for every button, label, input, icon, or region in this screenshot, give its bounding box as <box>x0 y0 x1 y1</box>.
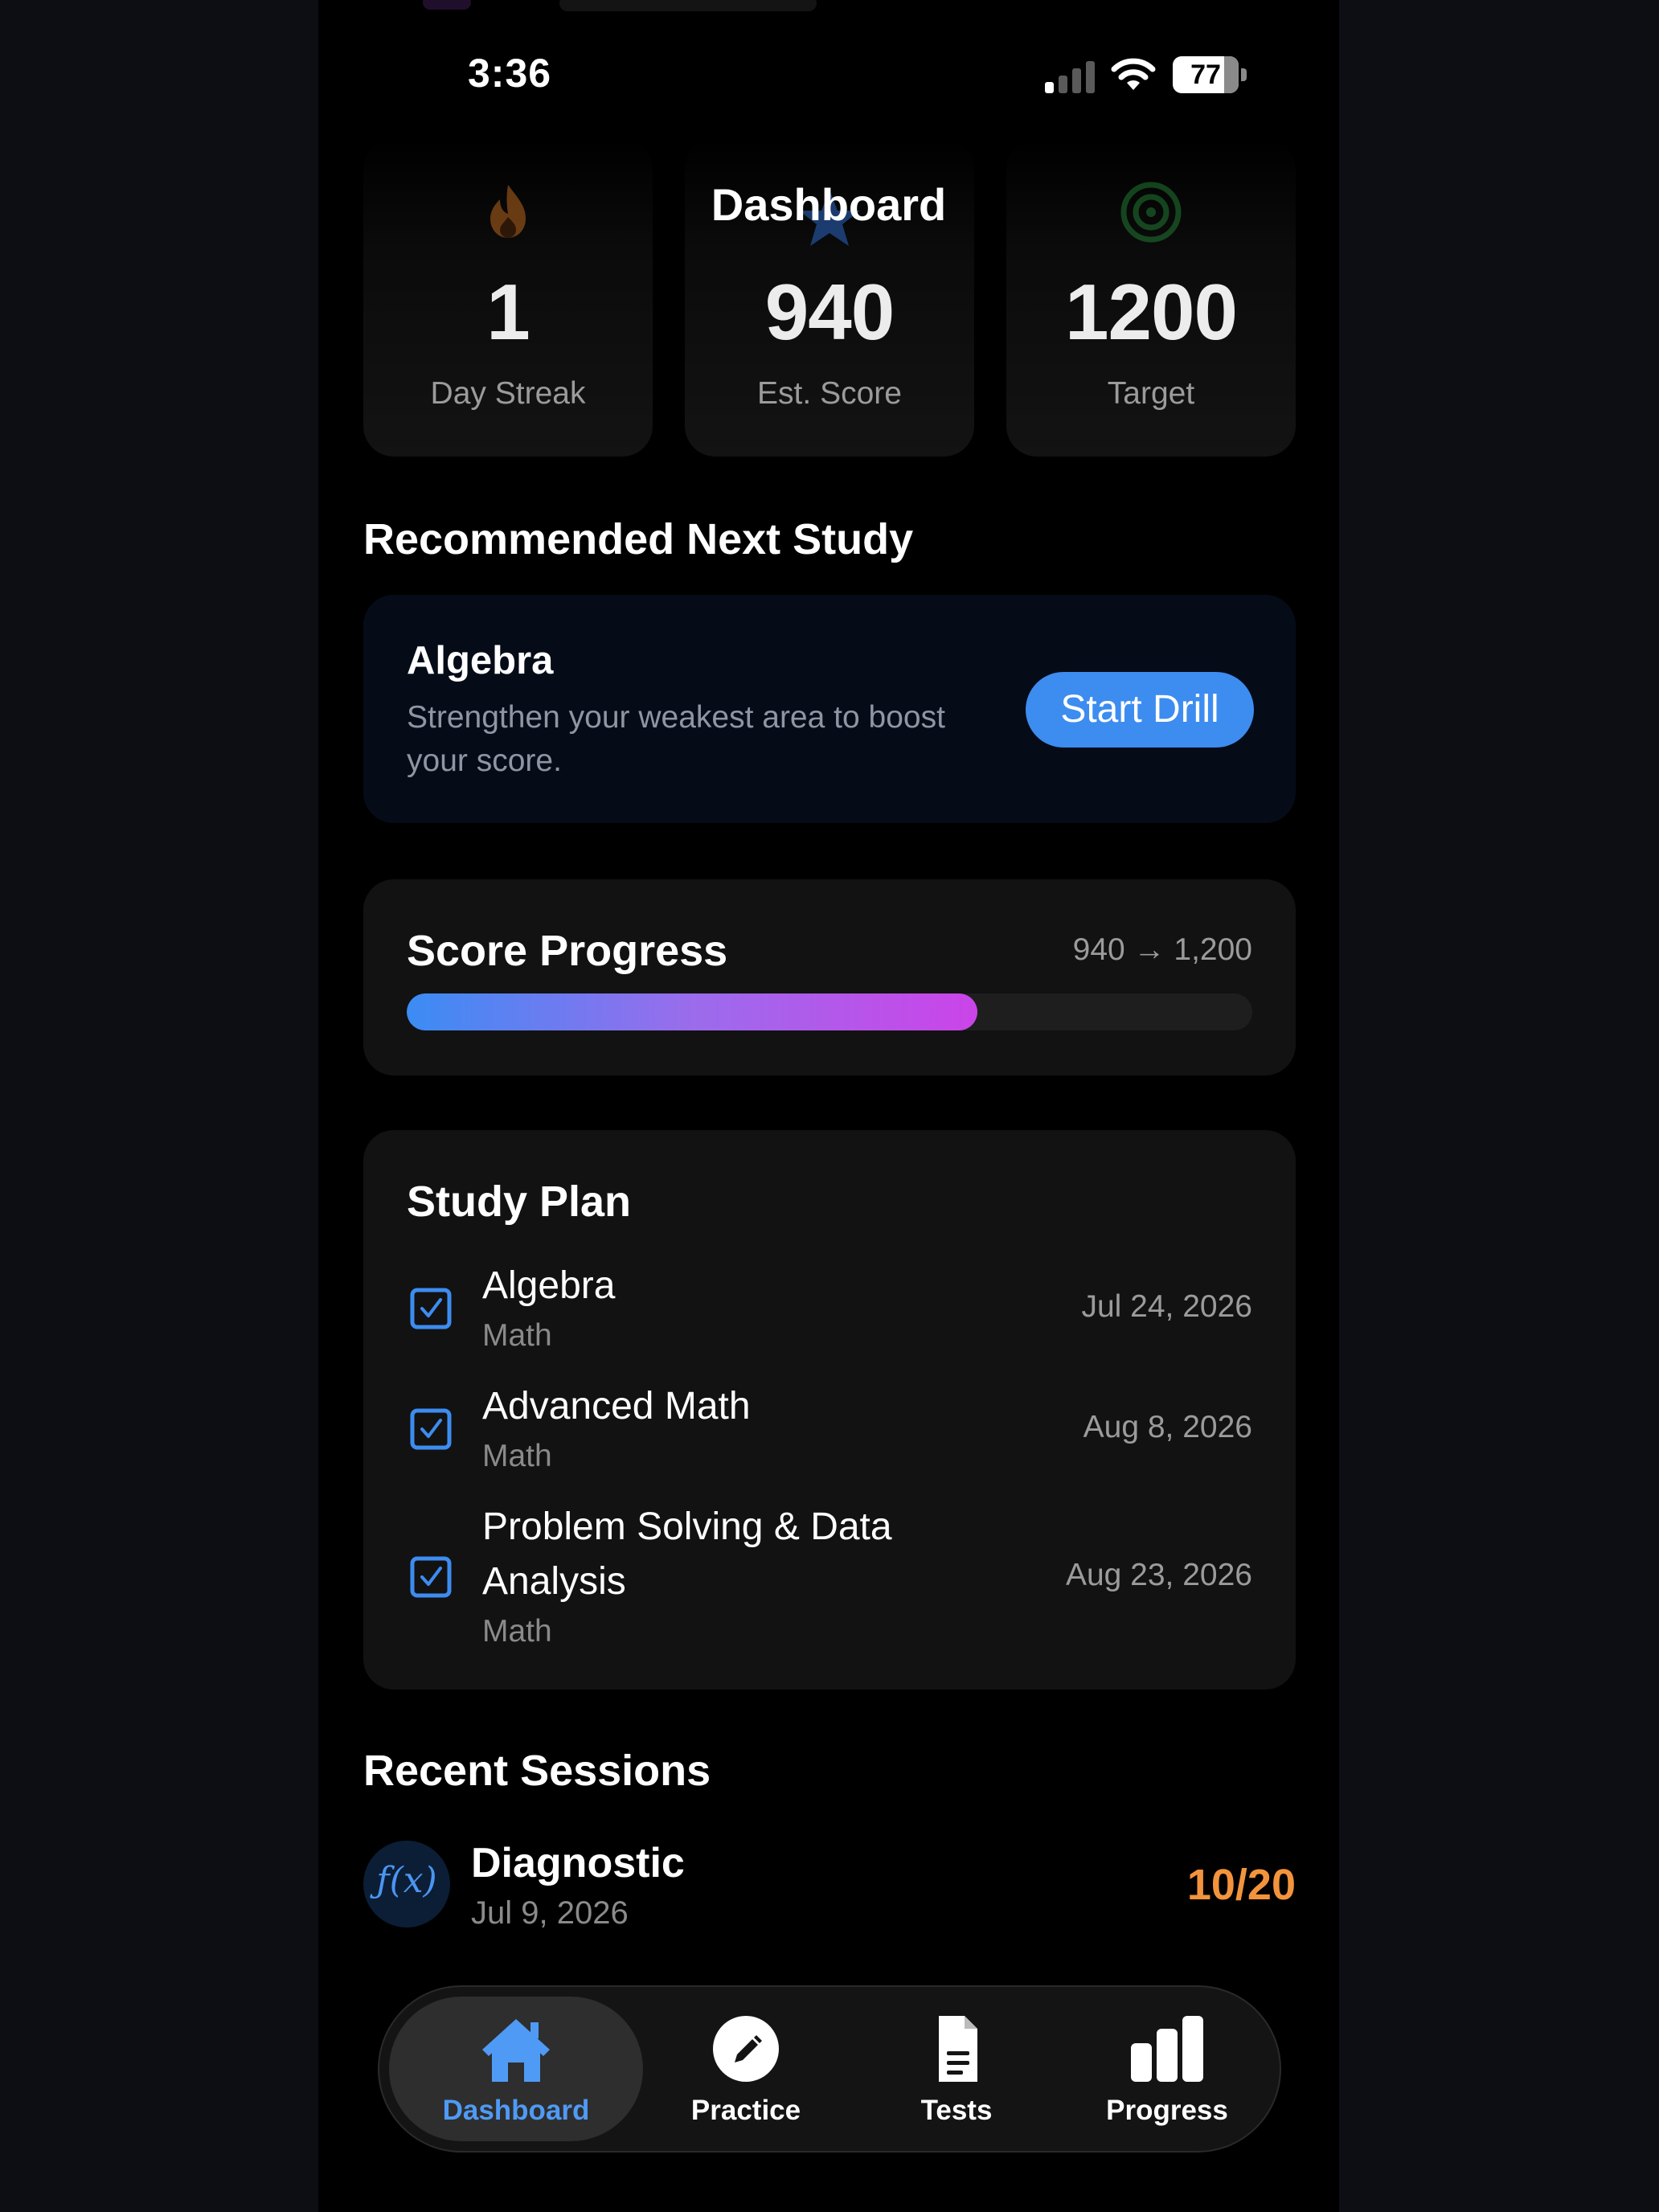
recommended-subject: Algebra <box>407 639 554 682</box>
app-screen: 3:36 77 1 Day Streak 940 Est. Score 1200… <box>318 0 1339 2212</box>
tab-practice-label: Practice <box>690 2095 801 2126</box>
study-plan-title: Study Plan <box>407 1178 632 1226</box>
study-plan-card: Study Plan Algebra Math Jul 24, 2026 Adv… <box>363 1130 1296 1690</box>
tab-tests[interactable]: Tests <box>852 1987 1061 2151</box>
est-score-value: 940 <box>764 268 895 356</box>
battery-level: 77 <box>1190 59 1221 90</box>
study-plan-item-name: Problem Solving & Data Analysis <box>482 1505 892 1603</box>
battery-body: 77 <box>1173 56 1239 93</box>
study-plan-item-name: Advanced Math <box>482 1385 751 1428</box>
status-bar: 3:36 77 <box>318 0 1339 153</box>
session-score: 10/20 <box>1186 1861 1296 1909</box>
target-label: Target <box>1107 376 1195 411</box>
streak-label: Day Streak <box>430 376 586 411</box>
study-plan-item-name: Algebra <box>482 1264 616 1307</box>
study-plan-item-date: Aug 23, 2026 <box>1065 1558 1252 1592</box>
pencil-icon <box>713 2016 779 2082</box>
status-time: 3:36 <box>468 51 552 96</box>
page-title: Dashboard <box>711 179 947 230</box>
battery-icon: 77 <box>1173 56 1247 93</box>
document-icon <box>939 2016 977 2082</box>
cellular-signal-icon <box>1045 58 1096 93</box>
recommended-description: Strengthen your weakest area to boost yo… <box>407 700 945 778</box>
recommended-card: Algebra Strengthen your weakest area to … <box>363 595 1296 823</box>
est-score-label: Est. Score <box>757 376 902 411</box>
study-plan-item-category: Math <box>482 1439 552 1473</box>
recommended-section-title: Recommended Next Study <box>363 515 914 563</box>
house-icon <box>482 2019 550 2082</box>
tab-practice[interactable]: Practice <box>641 1987 850 2151</box>
function-icon: ƒ(x) <box>363 1841 450 1927</box>
score-progress-card: Score Progress 940 → 1,200 <box>363 879 1296 1075</box>
score-progress-track <box>407 993 1252 1030</box>
session-date: Jul 9, 2026 <box>471 1895 629 1931</box>
score-progress-range: 940 → 1,200 <box>1072 932 1252 967</box>
recent-sessions-title: Recent Sessions <box>363 1747 711 1795</box>
tab-progress-label: Progress <box>1106 2095 1228 2126</box>
bar-chart-icon <box>1131 2016 1203 2082</box>
tab-dashboard-label: Dashboard <box>442 2095 590 2126</box>
tab-bar: Dashboard Practice Tests Progress <box>378 1985 1281 2153</box>
checkbox-checked-icon[interactable] <box>410 1288 452 1329</box>
study-plan-item-category: Math <box>482 1614 552 1649</box>
score-progress-title: Score Progress <box>407 927 728 975</box>
checkbox-checked-icon[interactable] <box>410 1408 452 1450</box>
tab-progress[interactable]: Progress <box>1063 1987 1272 2151</box>
start-drill-button[interactable]: Start Drill <box>1026 672 1254 748</box>
study-plan-item-date: Aug 8, 2026 <box>1083 1410 1252 1444</box>
checkbox-checked-icon[interactable] <box>410 1556 452 1598</box>
session-name: Diagnostic <box>471 1840 685 1886</box>
tab-tests-label: Tests <box>920 2095 993 2126</box>
study-plan-item-date: Jul 24, 2026 <box>1081 1289 1252 1324</box>
wifi-icon <box>1111 58 1156 90</box>
tab-dashboard[interactable]: Dashboard <box>389 1997 643 2141</box>
streak-value: 1 <box>486 268 530 356</box>
target-value: 1200 <box>1064 268 1238 356</box>
score-progress-fill <box>407 993 978 1030</box>
study-plan-item-category: Math <box>482 1318 552 1353</box>
session-row[interactable]: ƒ(x) Diagnostic Jul 9, 2026 10/20 <box>363 1840 1296 1931</box>
function-icon-glyph: ƒ(x) <box>376 1860 437 1901</box>
battery-cap <box>1241 68 1247 81</box>
